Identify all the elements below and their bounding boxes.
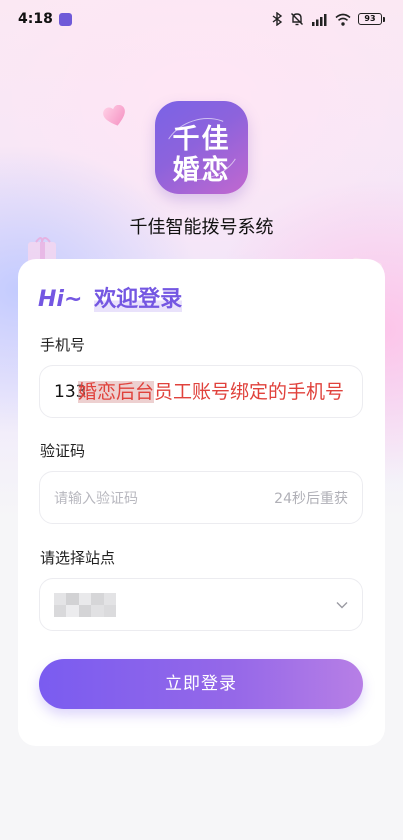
battery-icon: 93 xyxy=(358,13,385,25)
app-title: 千佳智能拨号系统 xyxy=(129,217,274,238)
chevron-down-icon xyxy=(336,601,348,608)
code-label: 验证码 xyxy=(40,442,86,460)
status-time: 4:18 xyxy=(18,11,53,27)
code-field: 请输入验证码 24秒后重获 xyxy=(39,471,363,524)
annotation-highlight: 婚恋后台 xyxy=(78,381,155,403)
site-select[interactable] xyxy=(39,578,363,631)
phone-label: 手机号 xyxy=(40,336,86,354)
phone-annotation: 婚恋后台员工账号绑定的手机号 xyxy=(78,377,344,404)
greeting-prefix: Hi~ xyxy=(38,287,83,312)
signal-icon xyxy=(312,13,327,26)
site-label: 请选择站点 xyxy=(40,549,116,567)
annotation-rest: 员工账号绑定的手机号 xyxy=(154,381,345,403)
resend-code-button[interactable]: 24秒后重获 xyxy=(274,488,348,508)
wifi-icon xyxy=(335,13,351,26)
status-icons: 93 xyxy=(272,12,385,26)
bluetooth-icon xyxy=(272,12,283,26)
app-logo: 千佳 婚恋 xyxy=(155,101,248,194)
battery-level: 93 xyxy=(358,13,382,25)
mute-bell-icon xyxy=(291,13,303,26)
code-input[interactable]: 请输入验证码 xyxy=(54,488,138,508)
greeting-text: 欢迎登录 xyxy=(94,287,183,312)
login-button[interactable]: 立即登录 xyxy=(39,659,363,709)
app-badge-icon xyxy=(58,12,72,26)
obscured-site-value xyxy=(54,592,116,617)
greeting-heading: Hi~ 欢迎登录 xyxy=(38,281,183,313)
logo-text-line2: 婚恋 xyxy=(172,155,231,186)
status-bar: 4:18 93 xyxy=(0,0,403,38)
heart-decoration-icon xyxy=(103,105,125,126)
